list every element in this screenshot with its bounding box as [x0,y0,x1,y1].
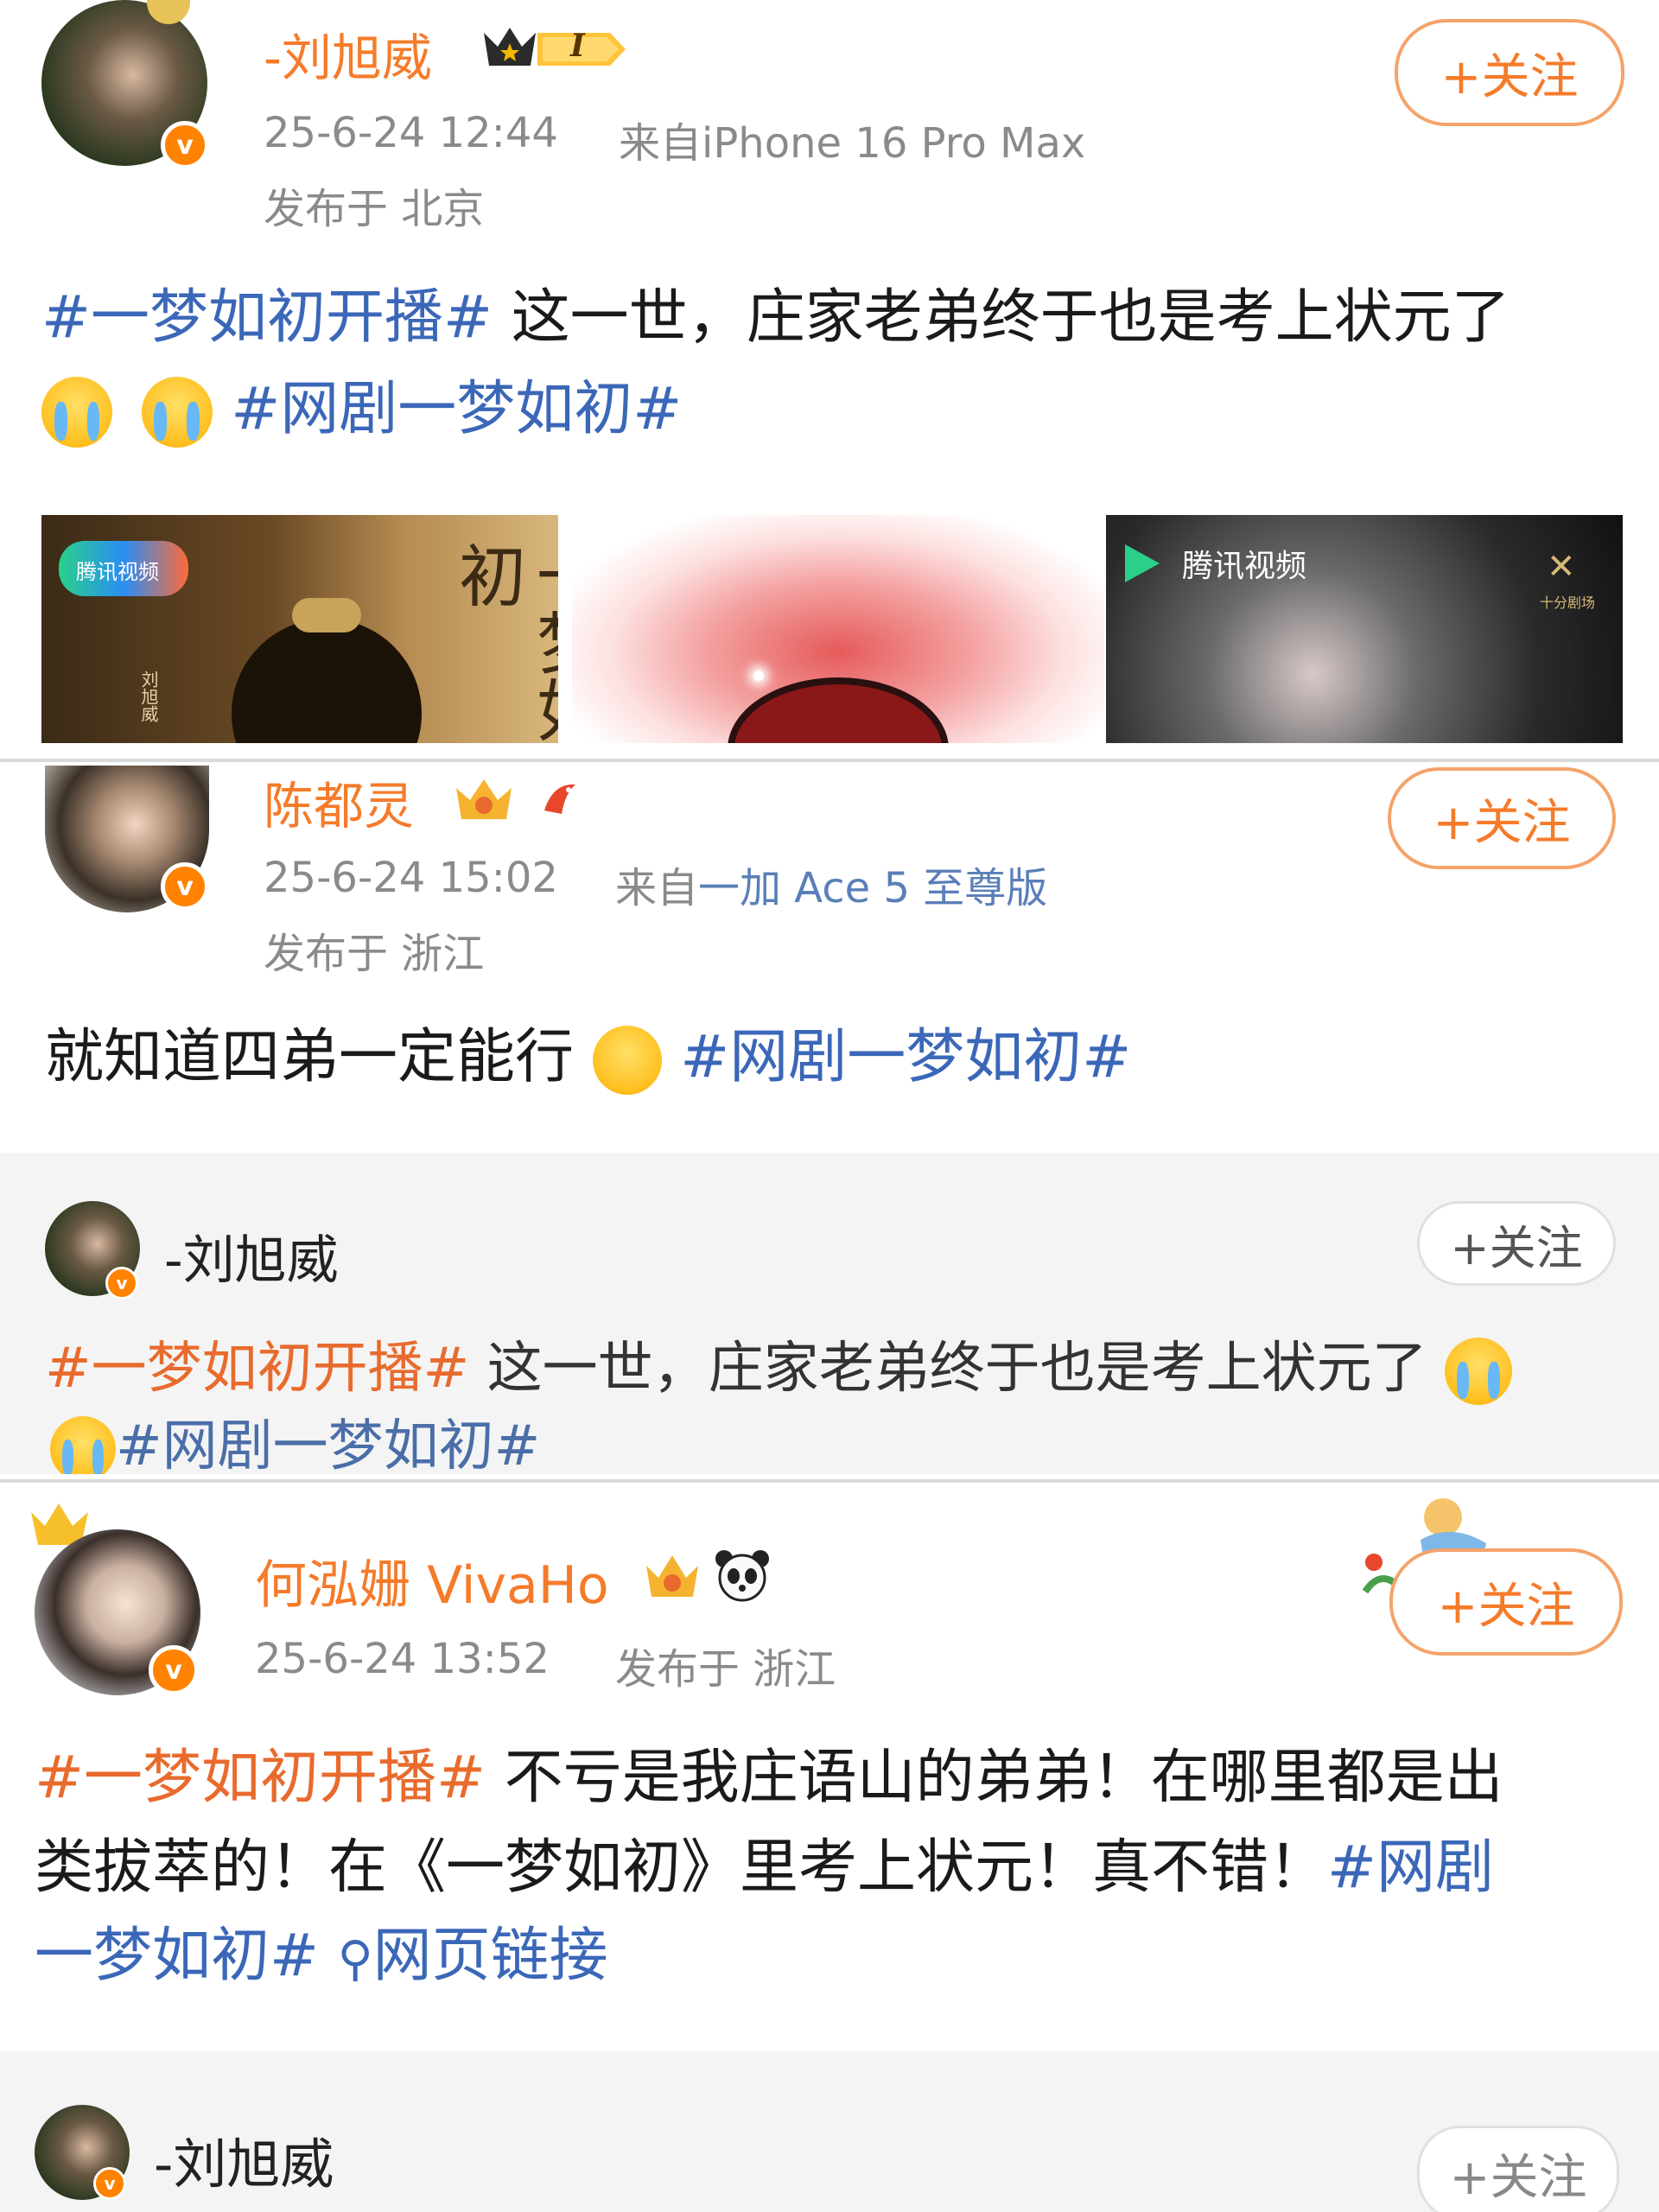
follow-button[interactable]: +关注 [1417,2126,1619,2212]
crying-emoji-icon [141,377,213,448]
topic-link[interactable]: #一梦如初开播# [41,283,493,352]
post-source: 来自一加 Ace 5 至尊版 [615,854,1047,914]
video-thumbnail[interactable]: 腾讯视频 一梦如初 刘旭威 [41,515,558,743]
video-thumbnail[interactable]: 腾讯视频 ✕ 十分剧场 [1106,515,1623,743]
web-link[interactable]: 网页链接 [373,1922,608,1990]
quoted-post[interactable]: v -刘旭威 +关注 #一梦如初开播# 这一世，庄家老弟终于也是考上状元了 #网… [0,1153,1659,1474]
vip-level: I [570,28,585,64]
hair-ornament-icon [292,598,361,632]
video-logo-label: 腾讯视频 [1182,549,1307,584]
follow-button[interactable]: +关注 [1417,1201,1616,1286]
follow-button[interactable]: +关注 [1389,1548,1623,1656]
link-icon: ⚲ [337,1931,373,1987]
crown-badge-icon [641,1548,703,1604]
quoted-author-name[interactable]: -刘旭威 [164,1218,339,1294]
topic-link[interactable]: #网剧一梦如初# [116,1414,540,1474]
figure-silhouette [232,619,422,743]
verified-badge-icon: v [161,121,209,169]
panda-badge-icon [712,1547,772,1604]
post-card-2: v 陈都灵 25-6-24 15:02 来自一加 Ace 5 至尊版 发布于 浙… [0,766,1659,1474]
quoted-author-name[interactable]: -刘旭威 [154,2120,334,2198]
topic-link[interactable]: #网剧一梦如初# [680,1023,1131,1091]
post-body-1: 不亏是我庄语山的弟弟！在哪里都是出 [485,1744,1503,1812]
poster-actor-name: 刘旭威 [138,671,159,722]
follow-button[interactable]: +关注 [1395,19,1624,126]
thinking-emoji-icon [592,1026,662,1096]
source-device-link[interactable]: 一加 Ace 5 至尊版 [698,864,1047,912]
topic-link[interactable]: #一梦如初开播# [45,1337,469,1401]
verified-badge-icon: v [105,1267,138,1300]
post-time: 25-6-24 13:52 [255,1635,550,1683]
x-logo-icon: ✕ [1547,547,1576,587]
author-name[interactable]: 何泓姗 VivaHo [255,1543,609,1618]
crying-emoji-icon [1444,1338,1512,1406]
crying-emoji-icon [41,377,112,448]
post-body: 这一世，庄家老弟终于也是考上状元了 [492,283,1510,352]
post-time: 25-6-24 12:44 [264,109,558,157]
video-thumbnail[interactable] [572,515,1104,743]
crown-badge-icon [449,771,518,826]
source-prefix: 来自 [615,864,699,912]
post-text-line-3: 一梦如初# ⚲网页链接 [35,1920,608,1996]
post-text-line-2: #网剧一梦如初# [41,373,682,448]
author-name[interactable]: 陈都灵 [264,766,414,838]
post-body-2: 类拔萃的！在《一梦如初》里考上状元！真不错！ [35,1834,1328,1902]
sparkle-icon [753,671,764,681]
vip-crown-badge-icon: I [480,21,631,73]
topic-link[interactable]: 一梦如初# [35,1922,319,1990]
corner-label: 十分剧场 [1540,594,1596,611]
quoted-text-line-2: #网剧一梦如初# [50,1412,540,1474]
quoted-post[interactable]: v -刘旭威 +关注 [0,2051,1659,2212]
divider [0,1479,1659,1483]
verified-badge-icon: v [161,862,209,911]
play-icon [1125,544,1160,582]
poster-title: 一梦如初 [448,541,558,743]
post-location: 发布于 浙江 [264,930,485,978]
crying-emoji-icon [50,1416,116,1474]
follow-button[interactable]: +关注 [1388,767,1616,869]
topic-link[interactable]: #网剧一梦如初# [231,375,682,443]
topic-link[interactable]: #一梦如初开播# [35,1744,486,1812]
post-time: 25-6-24 15:02 [264,854,558,902]
verified-badge-icon: v [93,2167,126,2200]
post-text: 就知道四弟一定能行 #网剧一梦如初# [45,1021,1131,1096]
koi-badge-icon [536,776,584,824]
post-card-3: v 何泓姗 VivaHo 25-6-24 13:52 发布于 浙江 +关注 #一… [0,1486,1659,2212]
post-location: 发布于 北京 [264,185,485,233]
author-name[interactable]: -刘旭威 [264,17,432,90]
post-text-line-1: #一梦如初开播# 不亏是我庄语山的弟弟！在哪里都是出 [35,1742,1503,1815]
red-medallion-icon [728,677,949,743]
verified-badge-icon: v [149,1645,199,1695]
post-body: 就知道四弟一定能行 [45,1023,575,1091]
quoted-body: 这一世，庄家老弟终于也是考上状元了 [469,1337,1427,1401]
post-card-1: v -刘旭威 I 25-6-24 12:44 来自iPhone 16 Pro M… [0,0,1659,750]
post-location: 发布于 浙江 [615,1645,836,1694]
post-text-line-2: 类拔萃的！在《一梦如初》里考上状元！真不错！#网剧 [35,1832,1494,1904]
post-source: 来自iPhone 16 Pro Max [619,119,1086,168]
post-text-line-1: #一梦如初开播# 这一世，庄家老弟终于也是考上状元了 [41,282,1510,354]
divider [0,759,1659,762]
topic-link[interactable]: #网剧 [1327,1834,1494,1902]
quoted-text-line-1: #一梦如初开播# 这一世，庄家老弟终于也是考上状元了 [45,1334,1512,1406]
video-logo-label: 腾讯视频 [76,560,159,584]
